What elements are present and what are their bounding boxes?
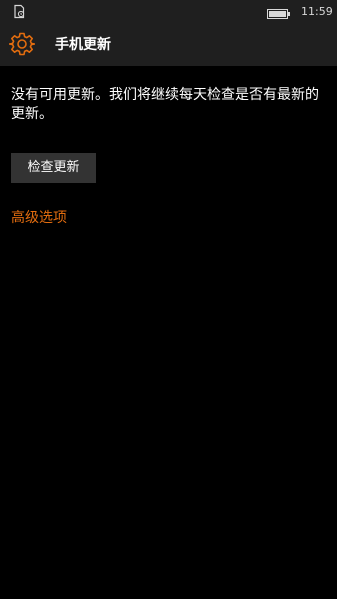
status-time: 11:59 <box>301 5 333 18</box>
page-title: 手机更新 <box>55 37 111 53</box>
check-for-updates-button[interactable]: 检查更新 <box>11 153 96 183</box>
gear-icon <box>8 31 36 57</box>
title-bar: 手机更新 <box>0 24 337 66</box>
notification-icon <box>12 4 26 19</box>
update-status-message: 没有可用更新。我们将继续每天检查是否有最新的更新。 <box>11 87 319 122</box>
status-bar: 11:59 <box>0 0 337 24</box>
advanced-options-link[interactable]: 高级选项 <box>11 209 67 228</box>
battery-icon <box>267 5 291 19</box>
